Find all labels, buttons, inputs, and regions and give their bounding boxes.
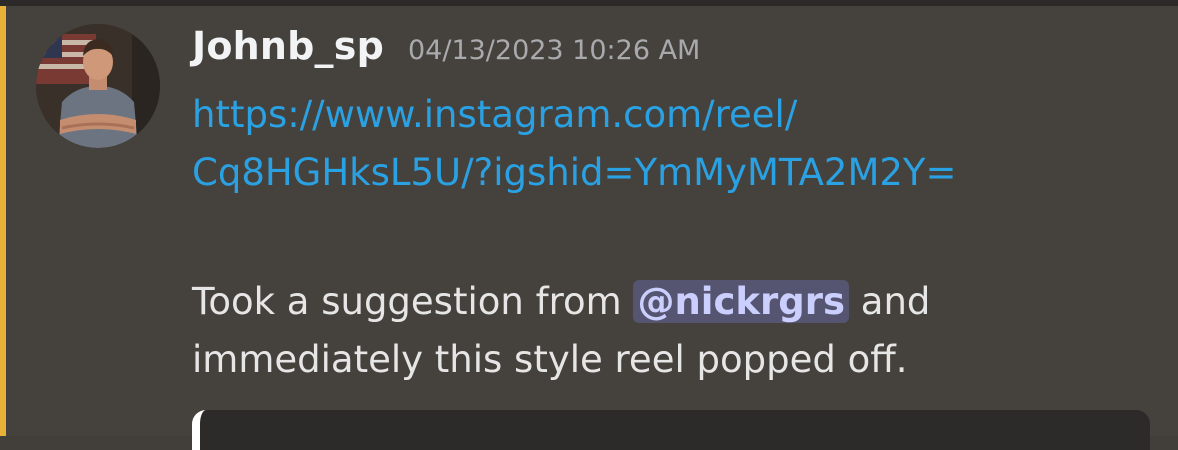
link-line-2: Cq8HGHksL5U/?igshid=YmMyMTA2M2Y= bbox=[192, 151, 957, 194]
author-name[interactable]: Johnb_sp bbox=[192, 24, 384, 68]
instagram-link[interactable]: https://www.instagram.com/reel/ Cq8HGHks… bbox=[192, 86, 1152, 202]
link-line-1: https://www.instagram.com/reel/ bbox=[192, 93, 798, 136]
message-timestamp: 04/13/2023 10:26 AM bbox=[407, 35, 701, 66]
body-text-part-2: and bbox=[849, 280, 931, 323]
message-header: Johnb_sp 04/13/2023 10:26 AM bbox=[192, 24, 700, 80]
message-body: Took a suggestion from @nickrgrs and imm… bbox=[192, 273, 1152, 389]
body-text-part-1: Took a suggestion from bbox=[192, 280, 634, 323]
link-embed[interactable] bbox=[192, 410, 1150, 450]
chat-message[interactable]: Johnb_sp 04/13/2023 10:26 AM https://www… bbox=[6, 6, 1178, 450]
user-mention[interactable]: @nickrgrs bbox=[633, 280, 850, 323]
avatar-image bbox=[36, 24, 160, 148]
body-text-line-2: immediately this style reel popped off. bbox=[192, 338, 908, 381]
avatar[interactable] bbox=[36, 24, 160, 148]
